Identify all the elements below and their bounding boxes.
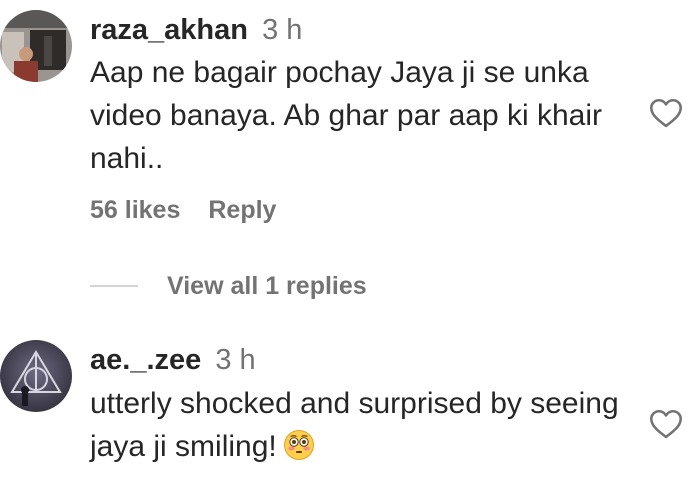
comment-actions: 56 likes Reply <box>90 196 276 225</box>
heart-outline-icon <box>650 409 682 439</box>
reply-button[interactable]: Reply <box>208 196 276 224</box>
username[interactable]: raza_akhan <box>90 14 248 46</box>
avatar-photo <box>0 340 72 412</box>
comment-text-block: utterly shocked and surprised by seeing … <box>90 382 635 468</box>
comment-text: Aap ne bagair pochay Jaya ji se unka vid… <box>90 56 603 175</box>
timestamp: 3 h <box>215 344 256 376</box>
avatar[interactable] <box>0 340 72 412</box>
likes-count[interactable]: 56 likes <box>90 196 180 224</box>
view-replies-label[interactable]: View all 1 replies <box>167 272 367 301</box>
comment-text: utterly shocked and surprised by seeing … <box>90 387 619 463</box>
comment-header: ae._.zee 3 h <box>90 343 256 377</box>
like-button[interactable] <box>648 406 684 442</box>
replies-divider <box>90 285 138 287</box>
like-button[interactable] <box>648 95 684 131</box>
timestamp: 3 h <box>262 14 303 46</box>
avatar-photo <box>0 10 72 82</box>
username[interactable]: ae._.zee <box>90 344 201 376</box>
comment-header: raza_akhan 3 h <box>90 13 302 47</box>
heart-outline-icon <box>650 98 682 128</box>
flushed-face-icon <box>283 429 315 461</box>
view-replies[interactable]: View all 1 replies <box>90 266 367 306</box>
avatar[interactable] <box>0 10 72 82</box>
